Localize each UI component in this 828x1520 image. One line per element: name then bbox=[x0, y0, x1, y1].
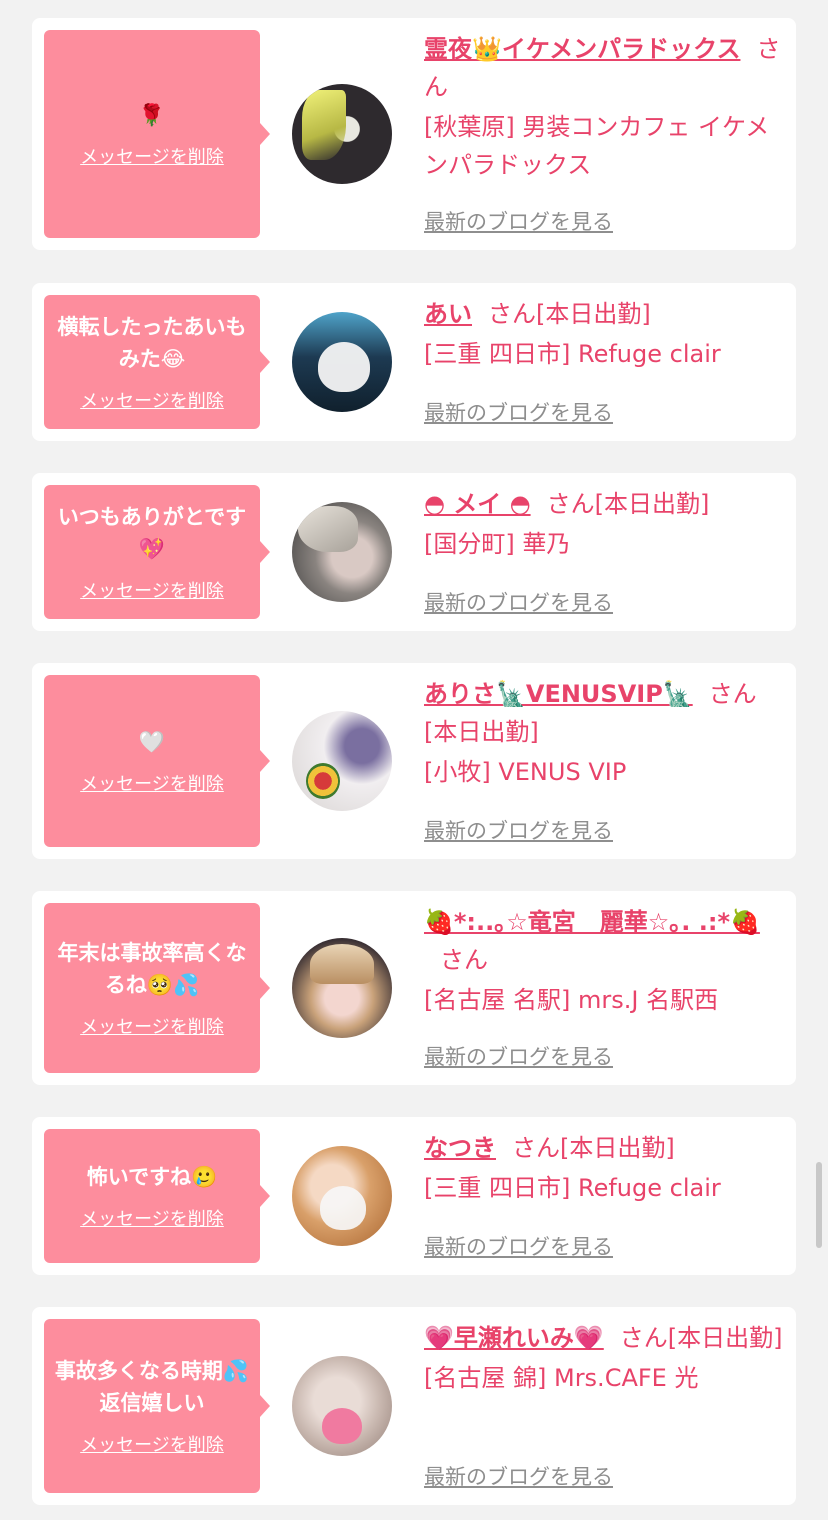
message-bubble: 怖いですね🥲 メッセージを削除 bbox=[44, 1129, 270, 1263]
cast-info: 🍓*:..｡☆竜宮 麗華☆｡. .:*🍓 さん [名古屋 名駅] mrs.J 名駅… bbox=[424, 903, 786, 1019]
cast-name-line: ありさ🗽VENUSVIP🗽 さん [本日出勤] bbox=[424, 675, 786, 751]
message-card: 怖いですね🥲 メッセージを削除 なつき さん[本日出勤] [三重 四日市] Ref… bbox=[32, 1117, 796, 1275]
san-label: さん bbox=[512, 1134, 560, 1162]
delete-message-link[interactable]: メッセージを削除 bbox=[80, 1431, 224, 1457]
cast-name-link[interactable]: あい bbox=[424, 300, 472, 328]
message-card: 横転したったあいもみた😂 メッセージを削除 あい さん[本日出勤] [三重 四日市… bbox=[32, 283, 796, 441]
shop-text: [三重 四日市] Refuge clair bbox=[424, 340, 721, 368]
shop-text: [小牧] VENUS VIP bbox=[424, 758, 627, 786]
avatar[interactable] bbox=[292, 1146, 392, 1246]
message-card: 年末は事故率高くなるね🥺💦 メッセージを削除 🍓*:..｡☆竜宮 麗華☆｡. .… bbox=[32, 891, 796, 1085]
status-label: [本日出勤] bbox=[560, 1134, 675, 1162]
message-card: 🌹 メッセージを削除 霊夜👑イケメンパラドックス さん [秋葉原] 男装コンカフェ… bbox=[32, 18, 796, 250]
cast-name-link[interactable]: 🍓*:..｡☆竜宮 麗華☆｡. .:*🍓 bbox=[424, 908, 760, 936]
delete-message-link[interactable]: メッセージを削除 bbox=[80, 143, 224, 169]
cast-info: あい さん[本日出勤] [三重 四日市] Refuge clair bbox=[424, 295, 786, 373]
message-text: 🌹 bbox=[138, 103, 166, 127]
message-bubble: 事故多くなる時期💦返信嬉しい メッセージを削除 bbox=[44, 1319, 270, 1493]
latest-blog-link[interactable]: 最新のブログを見る bbox=[424, 587, 613, 617]
delete-message-link[interactable]: メッセージを削除 bbox=[80, 770, 224, 796]
san-label: さん bbox=[440, 946, 488, 974]
latest-blog-link[interactable]: 最新のブログを見る bbox=[424, 206, 613, 236]
message-card: 🤍 メッセージを削除 ありさ🗽VENUSVIP🗽 さん [本日出勤] [小牧] VE… bbox=[32, 663, 796, 859]
message-bubble: いつもありがとです💖 メッセージを削除 bbox=[44, 485, 270, 619]
latest-blog-link[interactable]: 最新のブログを見る bbox=[424, 1041, 613, 1071]
cast-info: ◓ メイ ◓ さん[本日出勤] [国分町] 華乃 bbox=[424, 485, 786, 563]
avatar[interactable] bbox=[292, 1356, 392, 1456]
cast-name-line: 🍓*:..｡☆竜宮 麗華☆｡. .:*🍓 さん bbox=[424, 903, 786, 979]
message-card: いつもありがとです💖 メッセージを削除 ◓ メイ ◓ さん[本日出勤] [国分町]… bbox=[32, 473, 796, 631]
message-bubble: 年末は事故率高くなるね🥺💦 メッセージを削除 bbox=[44, 903, 270, 1073]
message-text: 年末は事故率高くなるね🥺💦 bbox=[57, 941, 247, 997]
cast-name-line: なつき さん[本日出勤] bbox=[424, 1129, 786, 1167]
cast-name-line: ◓ メイ ◓ さん[本日出勤] bbox=[424, 485, 786, 523]
cast-name-link[interactable]: なつき bbox=[424, 1134, 496, 1162]
san-label: さん bbox=[546, 490, 595, 518]
shop-text: [三重 四日市] Refuge clair bbox=[424, 1174, 721, 1202]
avatar[interactable] bbox=[292, 711, 392, 811]
shop-text: [名古屋 名駅] mrs.J 名駅西 bbox=[424, 986, 719, 1014]
san-label: さん bbox=[488, 300, 536, 328]
cast-info: ありさ🗽VENUSVIP🗽 さん [本日出勤] [小牧] VENUS VIP bbox=[424, 675, 786, 791]
cast-name-line: 霊夜👑イケメンパラドックス さん bbox=[424, 30, 786, 106]
shop-text: [名古屋 錦] Mrs.CAFE 光 bbox=[424, 1364, 699, 1392]
message-text: 事故多くなる時期💦返信嬉しい bbox=[54, 1359, 250, 1415]
cast-info: なつき さん[本日出勤] [三重 四日市] Refuge clair bbox=[424, 1129, 786, 1207]
message-bubble: 🤍 メッセージを削除 bbox=[44, 675, 270, 847]
latest-blog-link[interactable]: 最新のブログを見る bbox=[424, 397, 613, 427]
status-label: [本日出勤] bbox=[594, 490, 710, 518]
shop-text: [国分町] 華乃 bbox=[424, 530, 571, 558]
cast-name-link[interactable]: 霊夜👑イケメンパラドックス bbox=[424, 35, 740, 63]
cast-name-link[interactable]: ◓ メイ ◓ bbox=[424, 490, 531, 518]
cast-name-line: あい さん[本日出勤] bbox=[424, 295, 786, 333]
cast-name-link[interactable]: ありさ🗽VENUSVIP🗽 bbox=[424, 680, 693, 708]
cast-name-line: 💗早瀬れいみ💗 さん[本日出勤] bbox=[424, 1319, 786, 1357]
san-label: さん bbox=[619, 1324, 668, 1352]
delete-message-link[interactable]: メッセージを削除 bbox=[80, 387, 224, 413]
status-label: [本日出勤] bbox=[536, 300, 651, 328]
san-label: さん bbox=[708, 680, 757, 708]
shop-text: [秋葉原] 男装コンカフェ イケメンパラドックス bbox=[424, 113, 770, 179]
cast-name-link[interactable]: 💗早瀬れいみ💗 bbox=[424, 1324, 604, 1352]
avatar[interactable] bbox=[292, 312, 392, 412]
message-card: 事故多くなる時期💦返信嬉しい メッセージを削除 💗早瀬れいみ💗 さん[本日出勤] … bbox=[32, 1307, 796, 1505]
delete-message-link[interactable]: メッセージを削除 bbox=[80, 577, 224, 603]
message-bubble: 横転したったあいもみた😂 メッセージを削除 bbox=[44, 295, 270, 429]
delete-message-link[interactable]: メッセージを削除 bbox=[80, 1013, 224, 1039]
latest-blog-link[interactable]: 最新のブログを見る bbox=[424, 1231, 613, 1261]
status-label: [本日出勤] bbox=[667, 1324, 783, 1352]
avatar[interactable] bbox=[292, 502, 392, 602]
message-text: 🤍 bbox=[138, 730, 166, 754]
message-text: いつもありがとです💖 bbox=[57, 505, 247, 561]
avatar[interactable] bbox=[292, 938, 392, 1038]
scrollbar[interactable] bbox=[816, 1162, 822, 1248]
delete-message-link[interactable]: メッセージを削除 bbox=[80, 1205, 224, 1231]
status-label: [本日出勤] bbox=[424, 718, 539, 746]
latest-blog-link[interactable]: 最新のブログを見る bbox=[424, 1461, 613, 1491]
message-text: 横転したったあいもみた😂 bbox=[57, 315, 247, 371]
cast-info: 💗早瀬れいみ💗 さん[本日出勤] [名古屋 錦] Mrs.CAFE 光 bbox=[424, 1319, 786, 1397]
message-text: 怖いですね🥲 bbox=[86, 1165, 218, 1189]
latest-blog-link[interactable]: 最新のブログを見る bbox=[424, 815, 613, 845]
avatar[interactable] bbox=[292, 84, 392, 184]
message-bubble: 🌹 メッセージを削除 bbox=[44, 30, 270, 238]
cast-info: 霊夜👑イケメンパラドックス さん [秋葉原] 男装コンカフェ イケメンパラドックス bbox=[424, 30, 786, 184]
